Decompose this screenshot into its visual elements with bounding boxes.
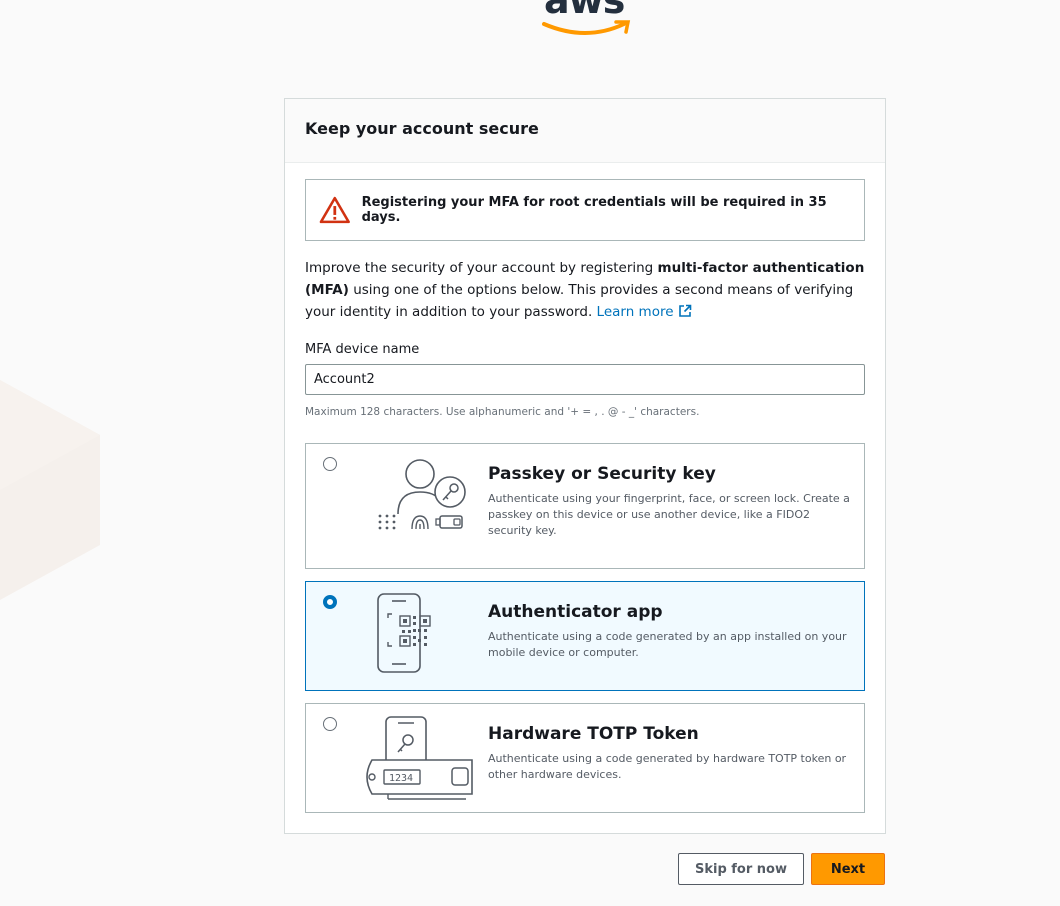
device-name-label: MFA device name <box>305 342 420 357</box>
logo-smile-icon <box>542 20 631 35</box>
card-title: Keep your account secure <box>285 99 885 163</box>
learn-more-link[interactable]: Learn more <box>597 304 674 320</box>
mfa-card: Keep your account secure Registering you… <box>284 98 886 834</box>
warning-icon <box>319 196 350 224</box>
authenticator-radio[interactable] <box>323 595 337 609</box>
skip-for-now-button[interactable]: Skip for now <box>678 853 804 885</box>
hardware-totp-description: Authenticate using a code generated by h… <box>488 752 847 781</box>
device-name-hint: Maximum 128 characters. Use alphanumeric… <box>305 406 700 418</box>
alert-message: Registering your MFA for root credential… <box>361 195 827 225</box>
aws-logo: aws <box>538 0 634 48</box>
background-cube-graphic <box>0 380 100 600</box>
logo-text: aws <box>544 0 625 22</box>
device-name-input[interactable] <box>305 364 865 395</box>
mfa-warning-alert: Registering your MFA for root credential… <box>305 179 865 241</box>
token-display-text: 1234 <box>389 773 413 784</box>
hardware-totp-radio[interactable] <box>323 717 337 731</box>
authenticator-app-illustration-icon <box>377 593 431 673</box>
passkey-title: Passkey or Security key <box>488 464 716 484</box>
intro-prefix: Improve the security of your account by … <box>305 260 658 276</box>
external-link-icon[interactable] <box>678 304 692 318</box>
passkey-illustration-icon <box>378 459 466 530</box>
intro-text: Improve the security of your account by … <box>305 257 870 323</box>
authenticator-title: Authenticator app <box>488 602 663 622</box>
hardware-totp-title: Hardware TOTP Token <box>488 724 699 744</box>
option-authenticator-app[interactable]: Authenticator app Authenticate using a c… <box>305 581 865 691</box>
option-hardware-totp[interactable]: 1234 Hardware TOTP Token Authenticate us… <box>305 703 865 813</box>
next-button[interactable]: Next <box>811 853 885 885</box>
option-passkey[interactable]: Passkey or Security key Authenticate usi… <box>305 443 865 569</box>
passkey-description: Authenticate using your fingerprint, fac… <box>488 492 850 537</box>
passkey-radio[interactable] <box>323 457 337 471</box>
hardware-totp-illustration-icon: 1234 <box>366 716 473 800</box>
intro-suffix: using one of the options below. This pro… <box>305 282 854 320</box>
authenticator-description: Authenticate using a code generated by a… <box>488 630 847 659</box>
